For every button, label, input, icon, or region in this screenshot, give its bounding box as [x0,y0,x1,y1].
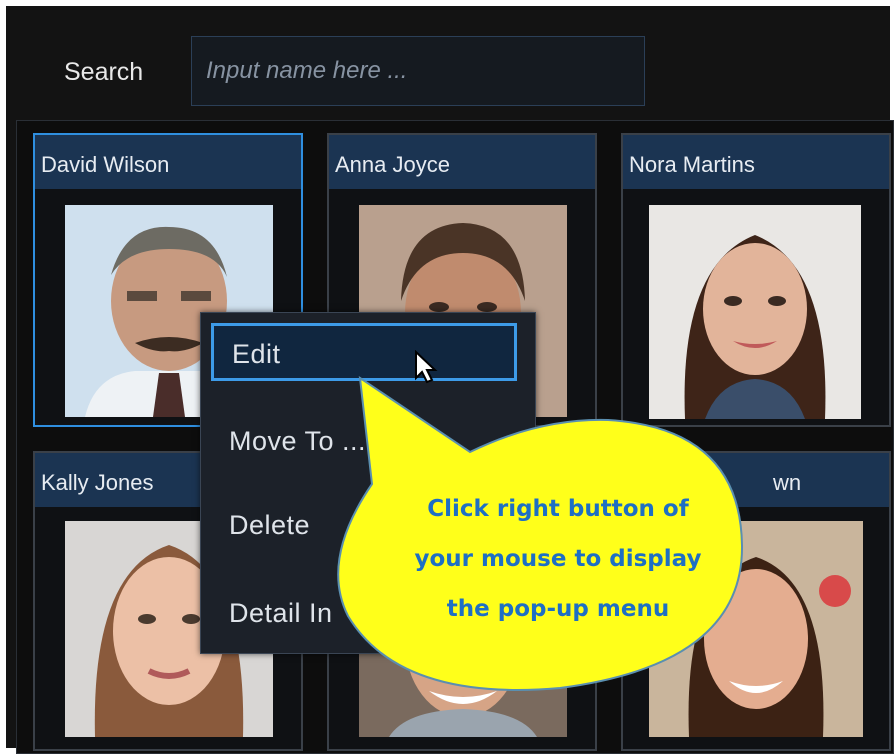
menu-item-edit[interactable]: Edit [211,323,517,381]
face-card-name: Nora Martins [623,135,889,189]
search-label: Search [64,58,144,86]
callout-line: your mouse to display [414,546,702,572]
menu-item-move-to[interactable]: Move To ... [211,413,517,471]
face-card-name: Anna Joyce [329,135,595,189]
callout-text: Click right button of your mouse to disp… [388,484,728,634]
mouse-cursor-icon [415,350,438,384]
face-card-name: David Wilson [35,135,301,189]
callout-line: the pop-up menu [446,596,670,622]
search-input[interactable] [191,36,645,106]
callout-line: Click right button of [427,496,689,522]
face-card[interactable]: Nora Martins [621,133,891,427]
face-card-name-text: wn [773,470,802,495]
face-photo [649,205,861,419]
